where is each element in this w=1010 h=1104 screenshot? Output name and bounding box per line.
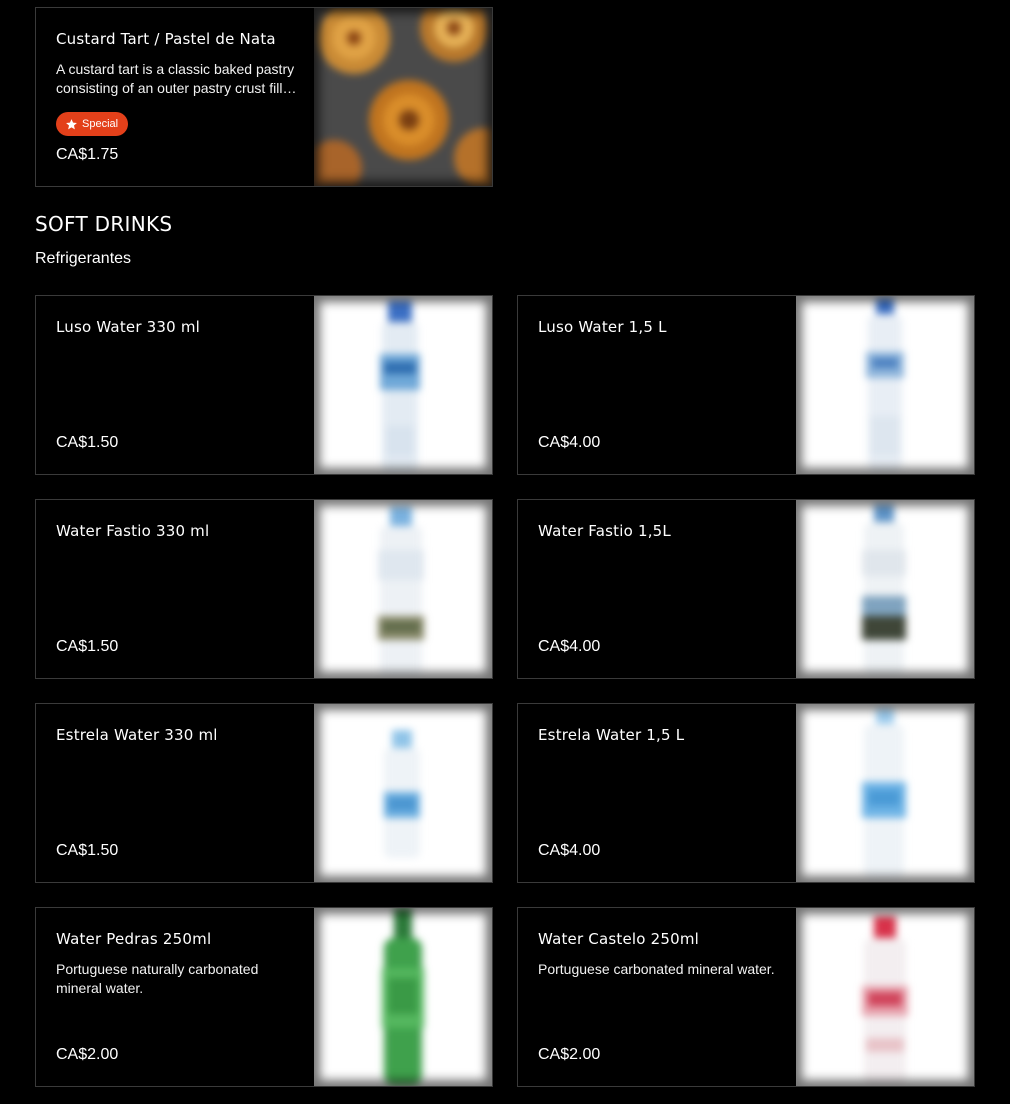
item-price: CA$4.00 <box>538 842 601 859</box>
card-text: Water Castelo 250ml Portuguese carbonate… <box>538 930 786 979</box>
item-description: Portuguese carbonated mineral water. <box>538 961 775 977</box>
water-bottle-image <box>796 908 974 1086</box>
menu-item-card[interactable]: Luso Water 330 ml CA$1.50 <box>35 295 493 475</box>
card-text: Custard Tart / Pastel de Nata A custard … <box>56 30 304 136</box>
water-bottle-image <box>314 704 492 882</box>
item-price: CA$1.75 <box>56 146 119 163</box>
card-text: Water Fastio 1,5L <box>538 522 786 540</box>
item-title: Luso Water 330 ml <box>56 318 201 336</box>
item-description: Portuguese naturally carbonated mineral … <box>56 961 259 996</box>
item-title: Estrela Water 330 ml <box>56 726 218 744</box>
menu-item-card[interactable]: Water Fastio 330 ml CA$1.50 <box>35 499 493 679</box>
item-title: Luso Water 1,5 L <box>538 318 667 336</box>
section-title: SOFT DRINKS <box>35 212 173 236</box>
card-text: Estrela Water 330 ml <box>56 726 304 744</box>
menu-item-card[interactable]: Water Fastio 1,5L CA$4.00 <box>517 499 975 679</box>
water-bottle-image <box>796 704 974 882</box>
item-price: CA$1.50 <box>56 638 119 655</box>
item-price: CA$1.50 <box>56 842 119 859</box>
item-price: CA$4.00 <box>538 434 601 451</box>
menu-item-card[interactable]: Estrela Water 1,5 L CA$4.00 <box>517 703 975 883</box>
badge-label: Special <box>82 118 119 130</box>
item-price: CA$1.50 <box>56 434 119 451</box>
card-text: Luso Water 330 ml <box>56 318 304 336</box>
custard-tart-image <box>314 8 492 186</box>
menu-item-card[interactable]: Luso Water 1,5 L CA$4.00 <box>517 295 975 475</box>
item-title: Water Fastio 330 ml <box>56 522 210 540</box>
green-bottle-image <box>314 908 492 1086</box>
item-description: A custard tart is a classic baked pastry… <box>56 61 299 96</box>
section-subtitle: Refrigerantes <box>35 250 132 267</box>
menu-item-card[interactable]: Estrela Water 330 ml CA$1.50 <box>35 703 493 883</box>
water-bottle-image <box>314 500 492 678</box>
water-bottle-image <box>796 296 974 474</box>
card-text: Luso Water 1,5 L <box>538 318 786 336</box>
item-title: Water Castelo 250ml <box>538 930 700 948</box>
item-title: Water Fastio 1,5L <box>538 522 671 540</box>
menu-item-card-custard-tart[interactable]: Custard Tart / Pastel de Nata A custard … <box>35 7 493 187</box>
card-text: Water Pedras 250ml Portuguese naturally … <box>56 930 304 998</box>
item-price: CA$4.00 <box>538 638 601 655</box>
card-text: Estrela Water 1,5 L <box>538 726 786 744</box>
water-bottle-image <box>796 500 974 678</box>
item-price: CA$2.00 <box>538 1046 601 1063</box>
item-title: Estrela Water 1,5 L <box>538 726 685 744</box>
card-text: Water Fastio 330 ml <box>56 522 304 540</box>
star-icon <box>66 118 77 129</box>
special-badge: Special <box>56 112 129 136</box>
item-price: CA$2.00 <box>56 1046 119 1063</box>
water-bottle-image <box>314 296 492 474</box>
menu-item-card[interactable]: Water Castelo 250ml Portuguese carbonate… <box>517 907 975 1087</box>
item-title: Water Pedras 250ml <box>56 930 212 948</box>
menu-item-card[interactable]: Water Pedras 250ml Portuguese naturally … <box>35 907 493 1087</box>
item-title: Custard Tart / Pastel de Nata <box>56 30 276 48</box>
